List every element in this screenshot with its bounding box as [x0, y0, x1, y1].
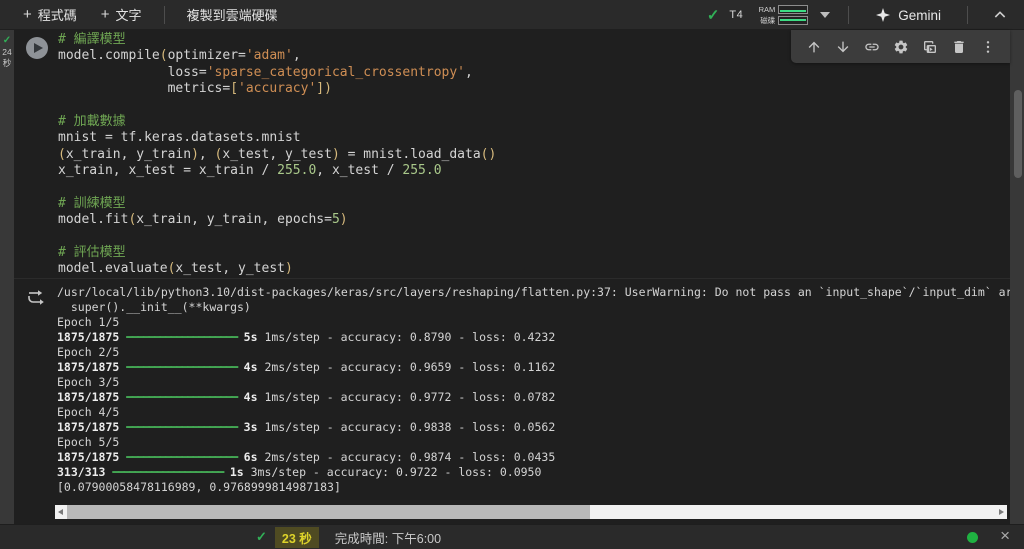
- status-check-icon: ✓: [256, 529, 267, 544]
- output-icon: [28, 290, 44, 305]
- output-line: 1875/1875 ━━━━━━━━━━━━━━━━━━━━ 3s 1ms/st…: [57, 420, 556, 434]
- kebab-menu-icon: [986, 40, 989, 53]
- toolbar-divider: [163, 5, 165, 24]
- output-line: 313/313 ━━━━━━━━━━━━━━━━━━━━ 1s 3ms/step…: [57, 465, 542, 479]
- scrollbar-thumb[interactable]: [67, 505, 590, 519]
- disk-sparkline: [778, 15, 809, 25]
- accelerator-label: T4: [729, 9, 744, 21]
- output-line: Epoch 4/5: [57, 405, 120, 419]
- code-line: # 加載數據: [58, 113, 126, 129]
- code-editor[interactable]: # 編譯模型 model.compile(optimizer='adam', lo…: [14, 30, 1010, 278]
- cell-settings-button[interactable]: [886, 33, 915, 61]
- notebook-body: ✓ 24 秒 # 編譯模型 model.compile(optimizer='ad…: [0, 30, 1024, 524]
- output-horizontal-scrollbar[interactable]: [55, 505, 1007, 519]
- copy-to-drive-label: 複製到雲端硬碟: [186, 8, 278, 23]
- code-lines: # 編譯模型 model.compile(optimizer='adam', lo…: [58, 32, 1010, 278]
- plus-icon: +: [100, 6, 110, 23]
- connection-check-icon: ✓: [706, 7, 720, 24]
- gemini-button[interactable]: Gemini: [867, 4, 949, 26]
- output-line: 1875/1875 ━━━━━━━━━━━━━━━━━━━━ 4s 2ms/st…: [57, 360, 556, 374]
- cell-toolbar: [791, 30, 1010, 63]
- move-cell-up-button[interactable]: [799, 33, 828, 61]
- trash-icon: [953, 40, 964, 53]
- code-line: # 訓練模型: [58, 195, 126, 211]
- move-cell-down-button[interactable]: [828, 33, 857, 61]
- cell-output: /usr/local/lib/python3.10/dist-packages/…: [14, 278, 1010, 524]
- code-line: model.evaluate(x_test, y_test): [58, 261, 293, 277]
- play-icon: [34, 42, 43, 53]
- toolbar-divider: [848, 6, 850, 24]
- resources-dropdown-icon[interactable]: [820, 12, 831, 18]
- add-text-label: 文字: [115, 8, 142, 23]
- arrow-up-icon: [808, 41, 819, 52]
- resource-monitor[interactable]: RAM 磁碟: [753, 4, 809, 26]
- code-line: (x_train, y_train), (x_test, y_test) = m…: [58, 146, 497, 162]
- output-line: Epoch 3/5: [57, 375, 120, 389]
- code-line: loss='sparse_categorical_crossentropy',: [58, 64, 473, 80]
- mirror-cell-icon: [923, 40, 936, 53]
- execution-time-value: 24: [2, 47, 12, 57]
- add-code-label: 程式碼: [37, 8, 77, 23]
- toolbar-right-group: ✓ T4 RAM 磁碟 Gemini: [707, 0, 1024, 30]
- page-vertical-scrollbar-thumb[interactable]: [1014, 90, 1022, 178]
- execution-success-icon: ✓: [2, 35, 12, 46]
- toolbar-divider: [967, 6, 968, 24]
- code-line: model.fit(x_train, y_train, epochs=5): [58, 212, 348, 228]
- output-lines: /usr/local/lib/python3.10/dist-packages/…: [57, 285, 1010, 495]
- colab-window: + 程式碼 + 文字 複製到雲端硬碟 ✓ T4 RAM 磁碟 Gemini ✓ …: [0, 0, 1024, 549]
- output-line: Epoch 5/5: [57, 435, 120, 449]
- disk-label: 磁碟: [760, 15, 776, 25]
- more-cell-actions-button[interactable]: [973, 33, 1002, 61]
- code-line: mnist = tf.keras.datasets.mnist: [58, 130, 301, 146]
- add-text-button[interactable]: + 文字: [91, 1, 152, 28]
- output-line: [0.07900058478116989, 0.9768999814987183…: [57, 480, 341, 494]
- output-actions-button[interactable]: [26, 287, 46, 307]
- output-line: 1875/1875 ━━━━━━━━━━━━━━━━━━━━ 6s 2ms/st…: [57, 450, 556, 464]
- ram-sparkline: [778, 4, 809, 14]
- copy-to-drive-button[interactable]: 複製到雲端硬碟: [177, 1, 288, 28]
- output-line: Epoch 1/5: [57, 315, 120, 329]
- gemini-star-icon: [876, 8, 891, 22]
- arrow-down-icon: [837, 41, 848, 52]
- output-line: super().__init__(**kwargs): [57, 300, 251, 314]
- notebook-toolbar: + 程式碼 + 文字 複製到雲端硬碟 ✓ T4 RAM 磁碟 Gemini: [0, 0, 1024, 30]
- code-line: x_train, x_test = x_train / 255.0, x_tes…: [58, 163, 442, 179]
- output-line: Epoch 2/5: [57, 345, 120, 359]
- collapse-toolbar-button[interactable]: [986, 5, 1014, 25]
- scroll-right-arrow[interactable]: [995, 505, 1007, 519]
- execution-time-unit: 秒: [2, 58, 12, 68]
- gear-icon: [894, 40, 907, 53]
- chevron-up-icon: [994, 11, 1006, 18]
- code-line: metrics=['accuracy']): [58, 81, 332, 97]
- output-line: 1875/1875 ━━━━━━━━━━━━━━━━━━━━ 4s 1ms/st…: [57, 390, 556, 404]
- scroll-left-arrow[interactable]: [55, 505, 67, 519]
- code-line: # 評估模型: [58, 245, 126, 261]
- run-cell-button[interactable]: [26, 37, 48, 59]
- plus-icon: +: [23, 6, 32, 23]
- ram-label: RAM: [758, 4, 776, 14]
- delete-cell-button[interactable]: [944, 33, 973, 61]
- output-line: /usr/local/lib/python3.10/dist-packages/…: [57, 285, 1010, 299]
- copy-cell-link-button[interactable]: [857, 33, 886, 61]
- add-code-button[interactable]: + 程式碼: [13, 1, 87, 28]
- toolbar-left-group: + 程式碼 + 文字 複製到雲端硬碟: [0, 1, 288, 28]
- gemini-label: Gemini: [898, 7, 941, 23]
- output-line: 1875/1875 ━━━━━━━━━━━━━━━━━━━━ 5s 1ms/st…: [57, 330, 556, 344]
- cell-execution-info: ✓ 24 秒: [0, 35, 14, 69]
- link-icon: [864, 43, 879, 50]
- execution-duration-badge: 23 秒: [274, 526, 319, 548]
- completion-time-label: 完成時間: 下午6:00: [334, 531, 442, 546]
- mirror-cell-button[interactable]: [915, 33, 944, 61]
- code-cell: # 編譯模型 model.compile(optimizer='adam', lo…: [14, 30, 1010, 524]
- kernel-status-dot: [967, 532, 978, 543]
- close-statusbar-button[interactable]: ×: [996, 526, 1014, 546]
- execution-statusbar: ✓ 23 秒 完成時間: 下午6:00 ×: [0, 524, 1024, 549]
